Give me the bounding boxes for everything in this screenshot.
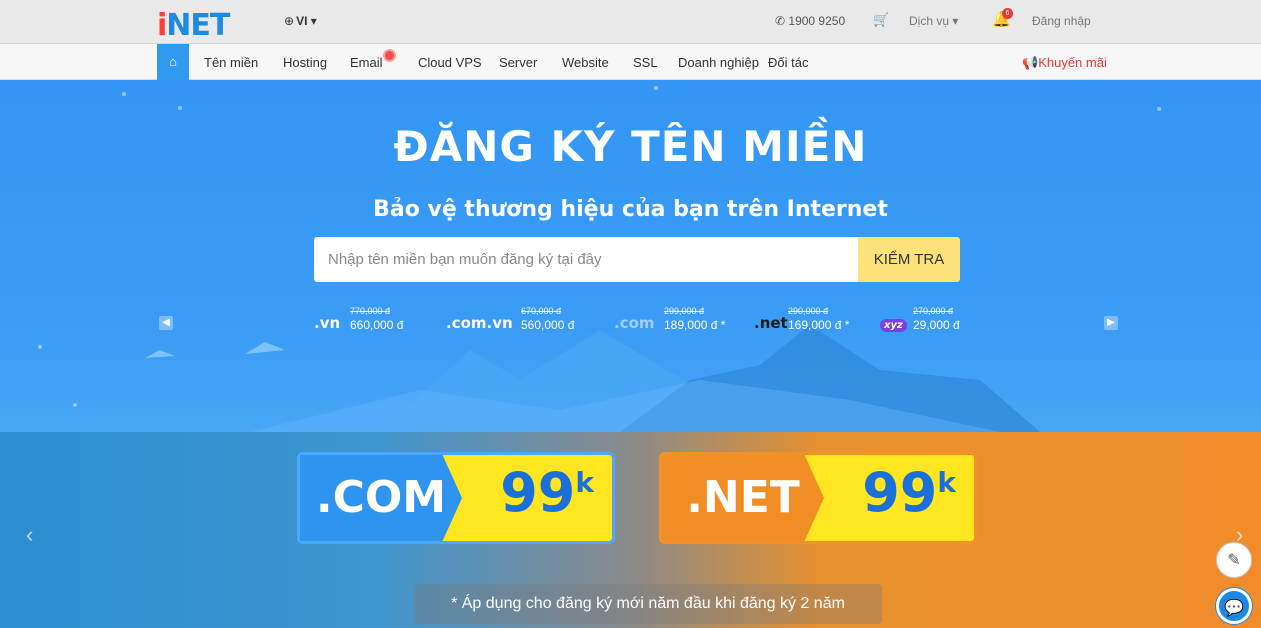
new-dot-icon (385, 51, 394, 60)
nav-email[interactable]: Email (350, 55, 383, 70)
bell-icon[interactable]: 🔔 6 (992, 8, 1013, 28)
nav-partner[interactable]: Đối tác (768, 55, 808, 70)
nav-cloud-vps[interactable]: Cloud VPS (418, 55, 482, 70)
net-label: .NET (662, 455, 824, 541)
cart-icon[interactable]: 🛒 (873, 12, 889, 28)
login-link[interactable]: Đăng nhập (1032, 14, 1091, 28)
check-domain-button[interactable]: KIỂM TRA (858, 237, 960, 282)
banner-prev-icon[interactable]: ‹ (26, 522, 33, 548)
nav-server[interactable]: Server (499, 55, 537, 70)
main-nav: ⌂ Tên miền Hosting Email Cloud VPS Serve… (0, 44, 1261, 80)
hotline[interactable]: ✆ 1900 9250 (775, 14, 845, 28)
page: iNET ⊕ VI ▾ ✆ 1900 9250 🛒 Dịch vụ ▾ 🔔 6 Đ… (0, 0, 1261, 628)
com-label: .COM (300, 455, 462, 541)
prev-price-button[interactable]: ◀ (159, 316, 173, 330)
nav-domain[interactable]: Tên miền (204, 55, 258, 70)
next-price-button[interactable]: ▶ (1104, 316, 1118, 330)
phone-icon: ✆ (775, 14, 786, 28)
com-price: 99k (500, 461, 594, 524)
net-offer-card[interactable]: .NET 99k (659, 452, 977, 544)
nav-hosting[interactable]: Hosting (283, 55, 327, 70)
promo-banner[interactable]: .COM 99k .NET 99k ‹ › * Áp dụng cho đăng… (0, 432, 1261, 628)
services-dropdown[interactable]: Dịch vụ ▾ (909, 14, 958, 28)
notification-badge: 6 (1002, 8, 1013, 19)
domain-search-input[interactable] (314, 237, 858, 282)
com-offer-card[interactable]: .COM 99k (297, 452, 615, 544)
hero-section: ĐĂNG KÝ TÊN MIỀN Bảo vệ thương hiệu của … (0, 80, 1261, 432)
promo-note: * Áp dụng cho đăng ký mới năm đầu khi đă… (414, 584, 882, 624)
edit-icon[interactable]: ✎ (1216, 542, 1252, 578)
hero-subtitle: Bảo vệ thương hiệu của bạn trên Internet (373, 197, 888, 222)
promo-link[interactable]: 📢Khuyến mãi (1022, 55, 1107, 71)
home-icon[interactable]: ⌂ (157, 44, 189, 80)
hero-title: ĐĂNG KÝ TÊN MIỀN (393, 122, 868, 171)
xyz-logo: xyz (880, 319, 907, 332)
logo[interactable]: iNET (157, 8, 230, 43)
language-selector[interactable]: ⊕ VI ▾ (284, 14, 317, 28)
chat-icon[interactable]: 💬 (1216, 588, 1252, 624)
nav-ssl[interactable]: SSL (633, 55, 658, 70)
megaphone-icon: 📢 (1022, 55, 1039, 70)
globe-icon: ⊕ (284, 14, 295, 28)
nav-website[interactable]: Website (562, 55, 609, 70)
nav-business[interactable]: Doanh nghiệp (678, 55, 759, 70)
net-price: 99k (862, 461, 956, 524)
top-bar: iNET ⊕ VI ▾ ✆ 1900 9250 🛒 Dịch vụ ▾ 🔔 6 Đ… (0, 0, 1261, 44)
